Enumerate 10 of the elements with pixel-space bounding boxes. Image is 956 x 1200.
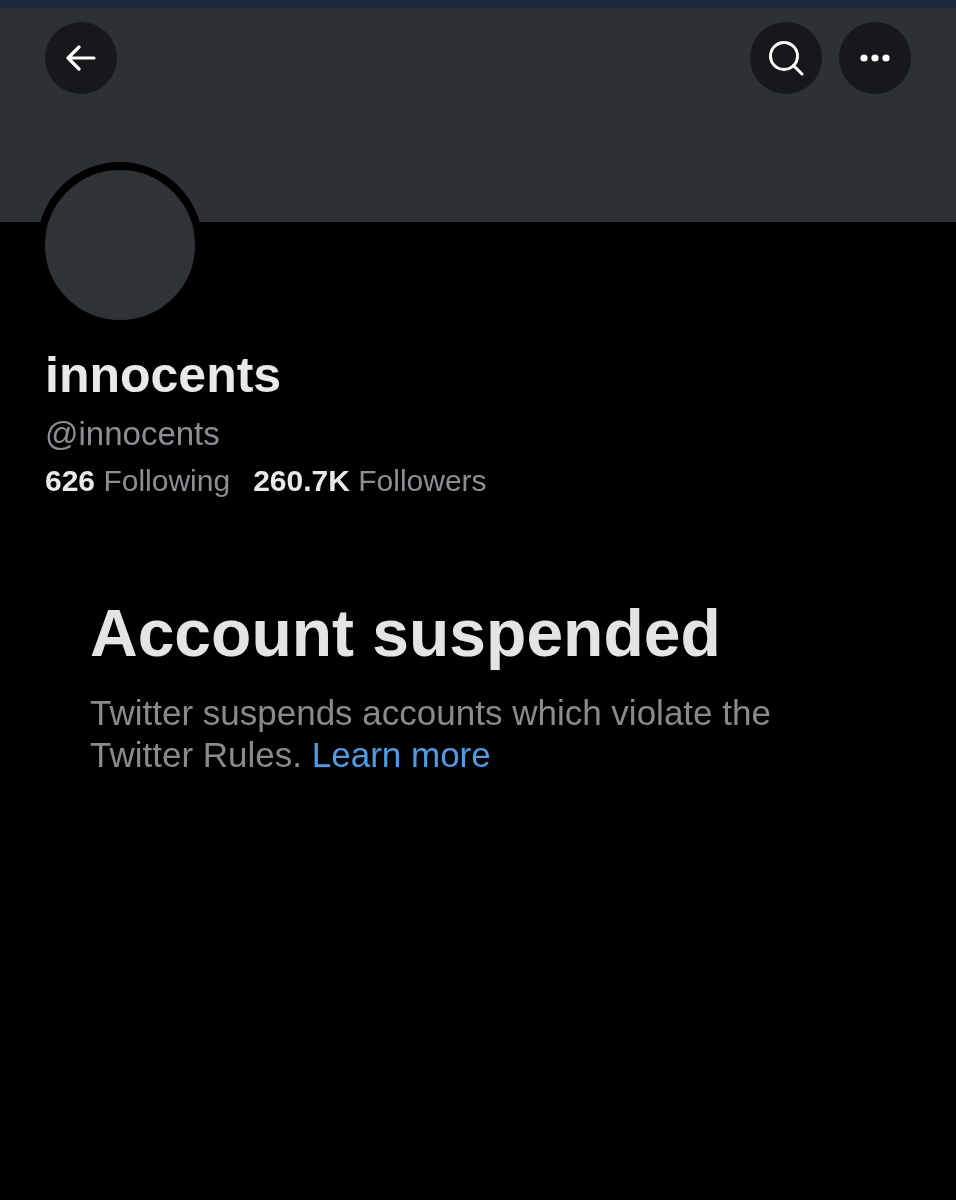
ellipsis-icon <box>860 54 890 62</box>
stat-link[interactable]: 626 Following <box>45 463 231 499</box>
suspension-title: Account suspended <box>90 595 721 671</box>
search-icon <box>768 40 804 76</box>
username-handle: @innocents <box>45 414 220 454</box>
display-name: innocents <box>45 346 282 405</box>
back-arrow-icon <box>66 45 96 71</box>
learn-more-link[interactable]: Learn more <box>311 735 491 774</box>
stat-link[interactable]: 260.7K Followers <box>253 463 487 499</box>
suspension-message: Twitter suspends accounts which violate the Twitter Rules. Learn more <box>90 692 772 776</box>
